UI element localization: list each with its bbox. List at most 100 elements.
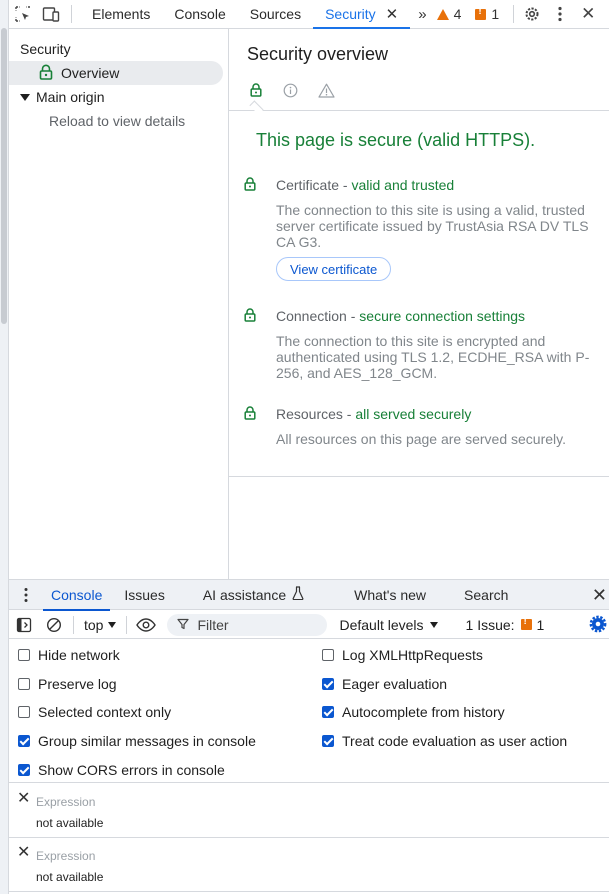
issue-icon <box>520 616 532 630</box>
tab-label: Sources <box>249 6 302 22</box>
tab-console[interactable]: Console <box>162 0 237 28</box>
drawer-tab-ai-assistance[interactable]: AI assistance <box>195 580 312 610</box>
dropdown-caret-icon <box>429 621 438 628</box>
setting-hide-network[interactable]: Hide network <box>18 647 120 663</box>
checkbox[interactable] <box>18 649 30 661</box>
tab-label: Console <box>51 586 103 603</box>
section-separator: - <box>339 177 352 193</box>
checkbox-checked[interactable] <box>18 735 30 747</box>
more-tabs-icon[interactable]: » <box>414 6 430 23</box>
warning-icon <box>436 8 449 20</box>
toolbar-divider <box>513 5 515 23</box>
toolbar-divider <box>73 615 74 634</box>
console-settings-gear-icon[interactable] <box>589 615 607 636</box>
drawer-tab-issues[interactable]: Issues <box>116 580 172 610</box>
tab-label: Elements <box>92 6 151 22</box>
expression-value: not available <box>36 870 104 884</box>
checkbox[interactable] <box>18 678 30 690</box>
secure-heading: This page is secure (valid HTTPS). <box>256 130 536 150</box>
dropdown-caret-icon <box>108 621 117 628</box>
more-options-icon[interactable] <box>546 0 574 28</box>
lock-icon <box>244 308 256 325</box>
drawer-tab-console[interactable]: Console <box>43 580 111 611</box>
setting-label: Selected context only <box>38 704 172 720</box>
context-label: top <box>84 616 104 633</box>
sidebar-toggle-icon[interactable] <box>9 611 39 639</box>
sidebar-item-main-origin[interactable]: Main origin <box>20 89 104 105</box>
tab-elements[interactable]: Elements <box>80 0 162 28</box>
tab-security[interactable]: Security ✕ <box>313 0 411 29</box>
section-name: Certificate <box>276 177 340 193</box>
inspect-element-icon[interactable] <box>9 0 37 28</box>
setting-autocomplete-history[interactable]: Autocomplete from history <box>322 704 505 720</box>
security-sidebar: Security Overview Main origin Reload to … <box>9 29 229 579</box>
drawer-menu-icon[interactable] <box>9 580 43 610</box>
scrollbar-thumb[interactable] <box>1 28 7 324</box>
tab-sources[interactable]: Sources <box>238 0 313 28</box>
setting-group-similar[interactable]: Group similar messages in console <box>18 733 256 749</box>
setting-label: Show CORS errors in console <box>38 762 225 778</box>
warning-outline-icon <box>314 78 338 102</box>
close-tab-icon[interactable]: ✕ <box>386 5 399 23</box>
context-selector[interactable]: top <box>78 617 122 633</box>
sidebar-item-label: Main origin <box>36 89 105 105</box>
issues-badge[interactable]: 1 <box>475 6 499 22</box>
lock-icon <box>244 177 256 194</box>
filter-input[interactable]: Filter <box>167 613 328 636</box>
clear-console-icon[interactable] <box>39 611 69 639</box>
setting-selected-context-only[interactable]: Selected context only <box>18 704 171 720</box>
sidebar-item-overview[interactable]: Overview <box>9 61 223 85</box>
setting-label: Treat code evaluation as user action <box>342 733 568 749</box>
expand-triangle-icon[interactable] <box>20 93 30 101</box>
setting-label: Log XMLHttpRequests <box>342 647 483 663</box>
drawer-tab-search[interactable]: Search <box>456 580 516 610</box>
close-devtools-icon[interactable]: ✕ <box>574 0 602 28</box>
checkbox[interactable] <box>18 706 30 718</box>
expression-input[interactable]: Expression <box>36 795 95 809</box>
flask-icon <box>292 586 304 603</box>
setting-eager-evaluation[interactable]: Eager evaluation <box>322 676 447 692</box>
remove-expression-icon[interactable]: ✕ <box>17 788 30 808</box>
tab-label: Search <box>464 586 509 603</box>
sidebar-title: Security <box>20 41 71 57</box>
setting-log-xhr[interactable]: Log XMLHttpRequests <box>322 647 483 663</box>
device-toolbar-icon[interactable] <box>37 0 65 28</box>
close-drawer-icon[interactable]: ✕ <box>592 585 607 606</box>
settings-gear-icon[interactable] <box>518 0 546 28</box>
warnings-badge[interactable]: 4 <box>436 6 461 22</box>
remove-expression-icon[interactable]: ✕ <box>17 842 30 862</box>
expression-input[interactable]: Expression <box>36 849 95 863</box>
checkbox-checked[interactable] <box>322 706 334 718</box>
security-overview-panel: Security overview This page is secure (v… <box>229 29 609 579</box>
checkbox-checked[interactable] <box>322 735 334 747</box>
filter-placeholder: Filter <box>197 616 229 633</box>
setting-label: Group similar messages in console <box>38 733 256 749</box>
live-expression-eye-icon[interactable] <box>131 611 161 639</box>
checkbox-checked[interactable] <box>322 678 334 690</box>
sidebar-item-label: Overview <box>61 65 120 81</box>
checkbox[interactable] <box>322 649 334 661</box>
drawer-tab-whats-new[interactable]: What's new <box>346 580 434 610</box>
lock-icon <box>244 406 256 423</box>
issues-label: 1 Issue: <box>465 616 515 633</box>
section-status: all served securely <box>355 406 472 422</box>
setting-treat-user-action[interactable]: Treat code evaluation as user action <box>322 733 567 749</box>
checkbox-checked[interactable] <box>18 764 30 776</box>
divider <box>229 476 609 477</box>
log-levels-dropdown[interactable]: Default levels <box>339 616 438 633</box>
setting-show-cors-errors[interactable]: Show CORS errors in console <box>18 762 225 778</box>
section-heading: Resources - all served securely <box>276 406 471 422</box>
live-expression: ✕ Expression not available <box>9 784 609 838</box>
expression-value: not available <box>36 816 104 830</box>
issues-count: 1 <box>491 6 500 22</box>
section-description: All resources on this page are served se… <box>276 431 566 447</box>
levels-label: Default levels <box>339 616 424 633</box>
setting-preserve-log[interactable]: Preserve log <box>18 676 117 692</box>
issues-count: 1 <box>536 616 545 633</box>
console-issues-button[interactable]: 1 Issue: 1 <box>465 616 545 633</box>
section-separator: - <box>342 406 356 422</box>
section-description: The connection to this site is using a v… <box>276 202 589 250</box>
view-certificate-button[interactable]: View certificate <box>276 257 392 281</box>
section-description: The connection to this site is encrypted… <box>276 333 590 381</box>
tab-label: Console <box>174 6 226 22</box>
